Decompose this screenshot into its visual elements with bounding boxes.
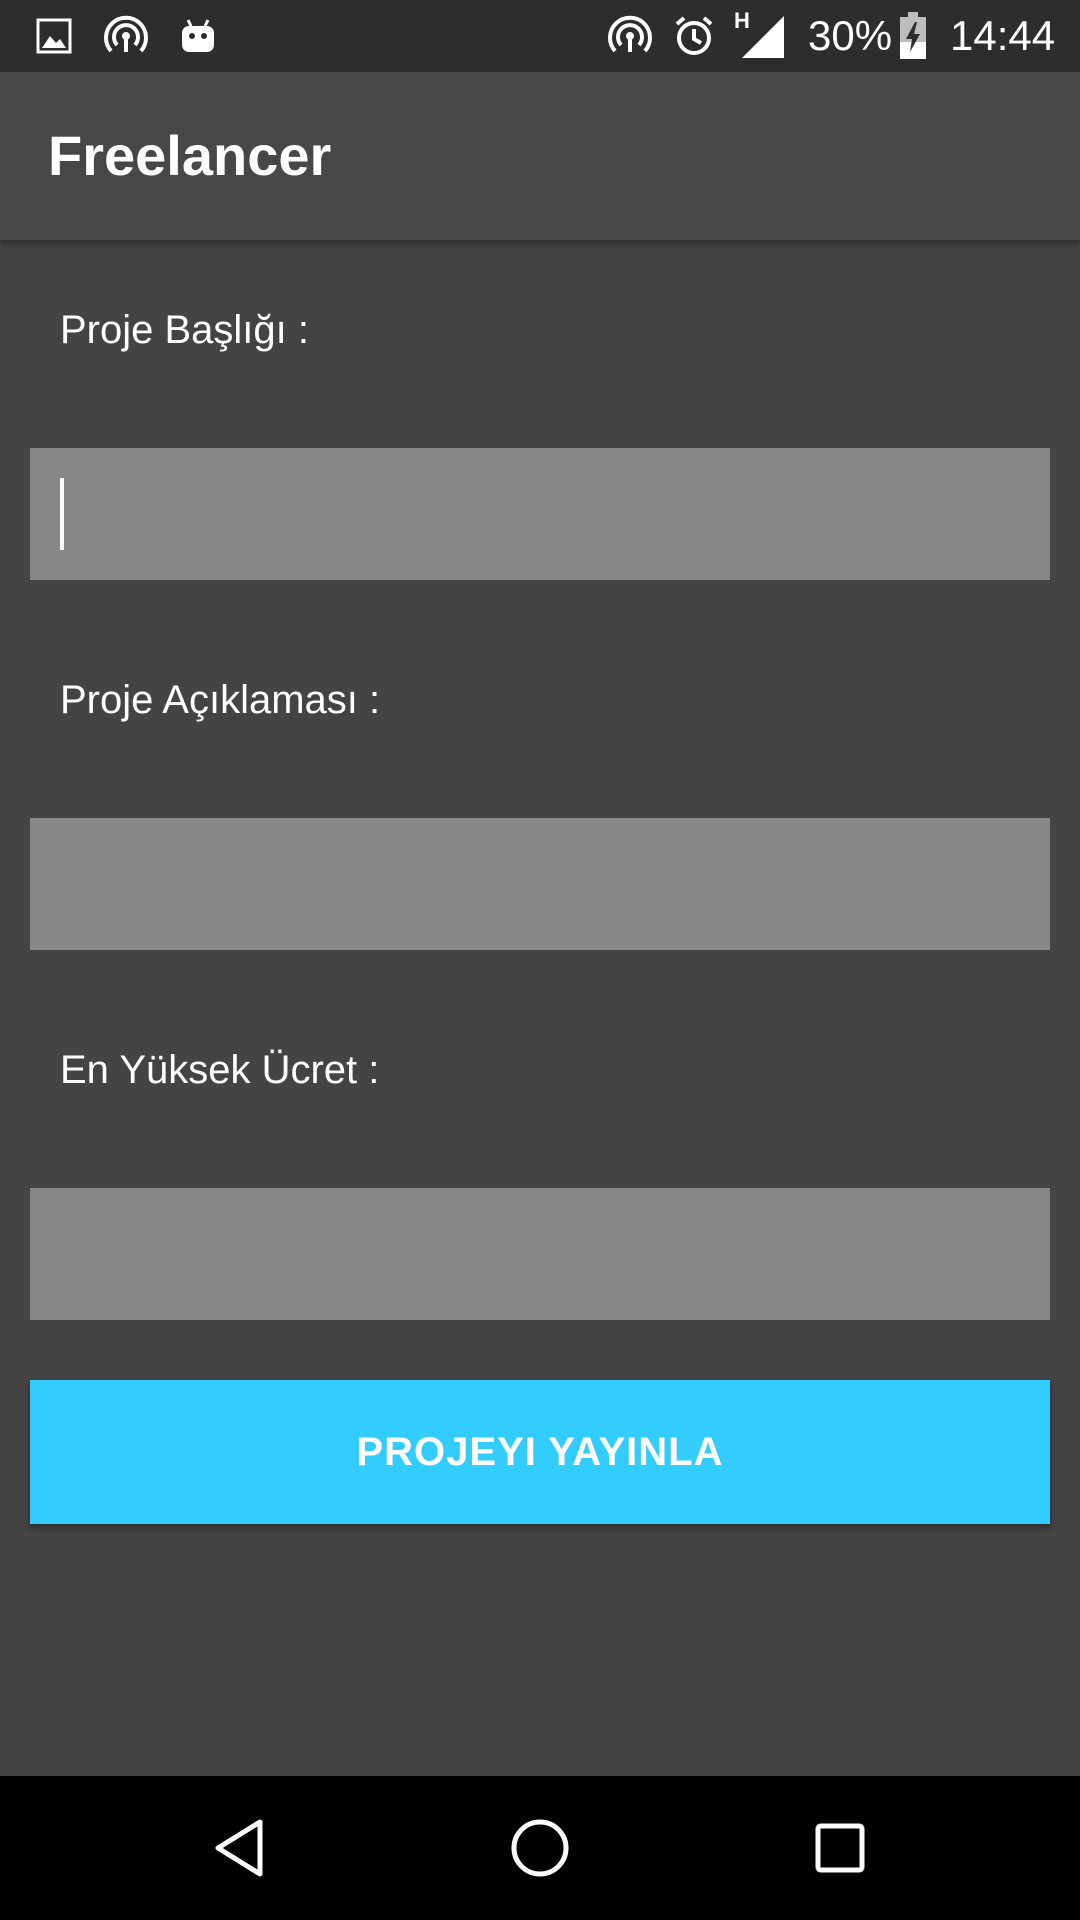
recents-button[interactable] — [760, 1776, 920, 1920]
project-description-input[interactable] — [30, 818, 1050, 950]
project-title-input[interactable] — [30, 448, 1050, 580]
hotspot-icon — [102, 10, 150, 62]
back-button[interactable] — [160, 1776, 320, 1920]
hotspot-icon — [606, 10, 654, 62]
navigation-bar — [0, 1776, 1080, 1920]
max-fee-input[interactable] — [30, 1188, 1050, 1320]
app-title: Freelancer — [48, 124, 332, 187]
project-description-label: Proje Açıklaması : — [60, 678, 381, 722]
recents-icon — [815, 1823, 865, 1873]
app-bar: Freelancer — [0, 72, 1080, 240]
status-bar: H 30% 14:44 — [0, 0, 1080, 72]
home-button[interactable] — [460, 1776, 620, 1920]
network-type-label: H — [734, 8, 750, 33]
image-icon — [34, 10, 74, 62]
android-debug-icon — [176, 10, 220, 62]
publish-project-button[interactable]: PROJEYI YAYINLA — [30, 1380, 1050, 1524]
battery-percent-label: 30% — [808, 12, 893, 59]
home-icon — [511, 1819, 569, 1877]
back-icon — [215, 1819, 263, 1877]
alarm-icon — [670, 10, 718, 62]
max-fee-label: En Yüksek Ücret : — [60, 1048, 380, 1092]
text-cursor — [60, 478, 64, 550]
battery-charging-icon — [898, 10, 928, 62]
project-title-label: Proje Başlığı : — [60, 308, 310, 352]
screen: H 30% 14:44 Freelancer Proje Başlığı : P… — [0, 0, 1080, 1920]
clock-time: 14:44 — [950, 12, 1056, 59]
